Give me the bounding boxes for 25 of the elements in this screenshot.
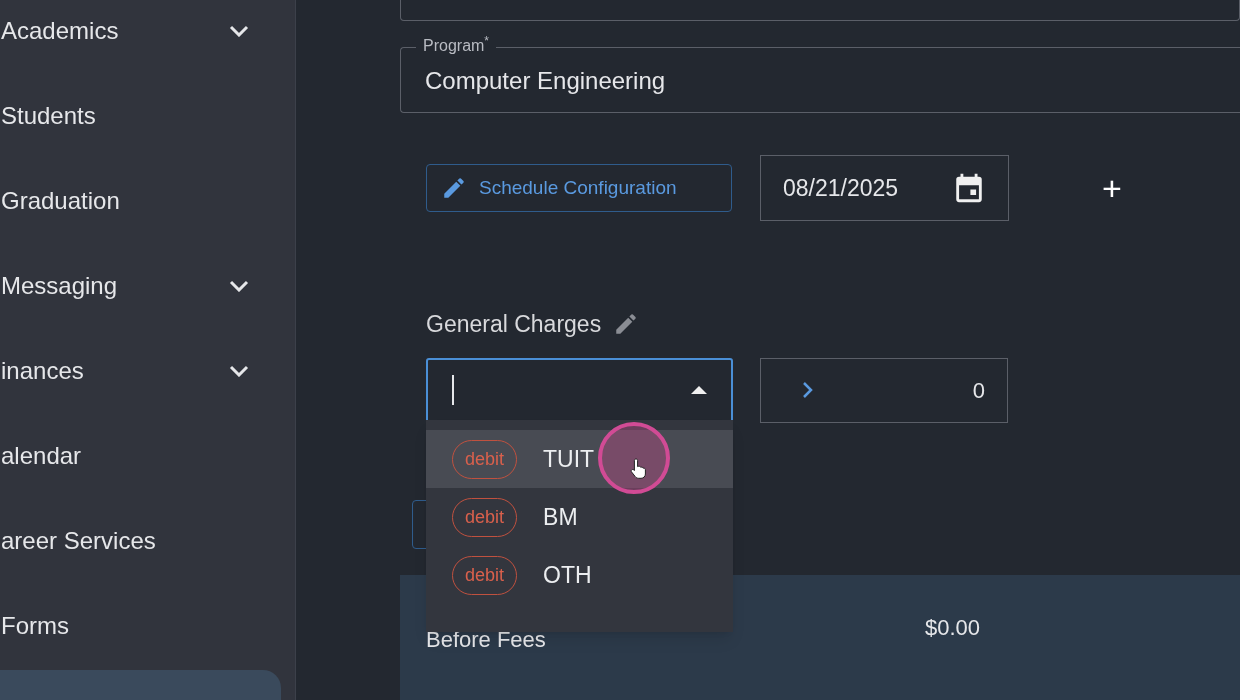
dropdown-option[interactable]: debit OTH xyxy=(426,546,733,604)
chevron-right-icon[interactable] xyxy=(801,380,815,400)
sidebar-item[interactable]: Messaging xyxy=(0,243,295,328)
section-title: General Charges xyxy=(426,310,602,339)
sidebar-item[interactable]: inances xyxy=(0,328,295,413)
field-label: Program$^{*}$ xyxy=(416,36,497,56)
amount-field[interactable]: 0 xyxy=(760,357,1008,423)
sidebar-item[interactable]: alendar xyxy=(0,413,295,498)
summary-label: Before Fees xyxy=(426,626,546,654)
dropdown-option[interactable]: debit BM xyxy=(426,488,733,546)
hand-cursor-icon xyxy=(630,457,648,479)
sidebar-item[interactable]: Forms xyxy=(0,583,295,668)
dropdown-option[interactable]: debit TUIT xyxy=(426,430,733,488)
sidebar-item[interactable]: Students xyxy=(0,73,295,158)
date-field[interactable]: 08/21/2025 xyxy=(760,155,1009,221)
sidebar-item[interactable]: Graduation xyxy=(0,158,295,243)
sidebar-item[interactable]: areer Services xyxy=(0,498,295,583)
add-button[interactable]: + xyxy=(1095,171,1129,205)
caret-icon xyxy=(689,385,709,395)
schedule-configuration-button[interactable]: Schedule Configuration xyxy=(426,164,732,212)
text-cursor-icon xyxy=(452,375,454,405)
summary-value: $0.00 xyxy=(924,614,980,642)
field-value: Computer Engineering xyxy=(425,66,666,96)
pencil-icon xyxy=(441,175,467,201)
sidebar-item[interactable]: Academics xyxy=(0,0,295,73)
